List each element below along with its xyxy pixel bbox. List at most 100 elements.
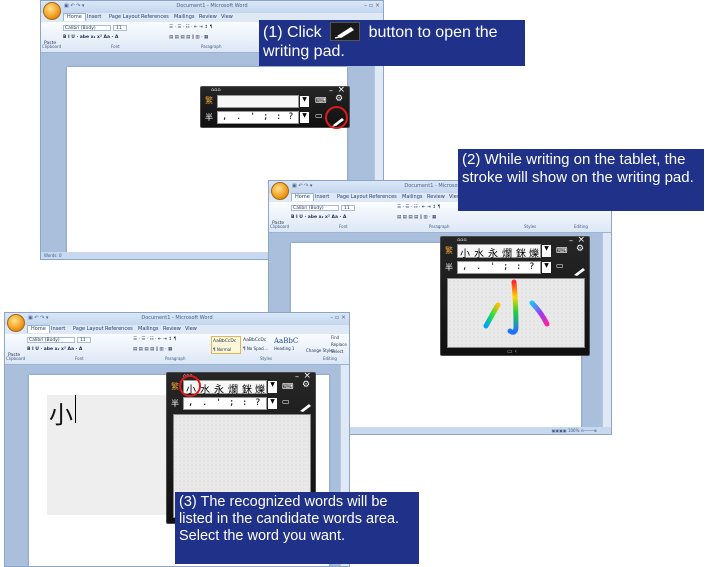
- candidate-word[interactable]: 銤: [242, 381, 252, 396]
- candidate-dropdown-button[interactable]: ▼: [268, 381, 277, 393]
- punct-semicolon[interactable]: ;: [229, 398, 234, 408]
- gear-icon[interactable]: ⚙: [302, 380, 310, 390]
- tab-insert[interactable]: Insert: [87, 14, 101, 20]
- punct-dropdown-button[interactable]: ▼: [300, 112, 309, 123]
- punct-apostrophe[interactable]: ': [216, 398, 221, 408]
- font-format-buttons[interactable]: B I U · abe x₂ x² Aa · A: [291, 215, 346, 220]
- pad-minimize-button[interactable]: –: [569, 236, 573, 245]
- pad-minimize-button[interactable]: –: [329, 86, 333, 95]
- punctuation-bar[interactable]: , . ' ; : ?: [183, 397, 267, 410]
- font-format-buttons[interactable]: B I U · abe x₂ x² Aa · A: [27, 347, 82, 352]
- font-name-box[interactable]: Calibri (Body): [63, 25, 111, 31]
- pen-icon[interactable]: [573, 262, 586, 276]
- gear-icon[interactable]: ⚙: [335, 94, 343, 104]
- tab-page-layout[interactable]: Page Layout: [109, 14, 140, 20]
- keyboard-icon[interactable]: ⌨: [556, 246, 568, 255]
- candidate-word[interactable]: 爛: [502, 245, 512, 260]
- tab-page-layout[interactable]: Page Layout: [73, 326, 104, 332]
- writing-canvas[interactable]: [447, 278, 585, 348]
- font-size-box[interactable]: 11: [77, 337, 91, 343]
- tab-insert[interactable]: Insert: [315, 194, 329, 200]
- window-controls[interactable]: – ▫ ×: [330, 314, 346, 321]
- pen-icon[interactable]: [299, 398, 312, 412]
- tab-references[interactable]: References: [141, 14, 169, 20]
- style-normal[interactable]: AaBbCcDc ¶ Normal: [211, 336, 241, 354]
- candidate-toggle-icon[interactable]: 繁: [445, 245, 453, 256]
- candidate-word[interactable]: 爛: [228, 381, 238, 396]
- paragraph-buttons[interactable]: ☰ · ☰ · ☷ · ⇤ ⇥ ↕ ¶: [397, 205, 440, 210]
- candidate-word[interactable]: 爍: [529, 245, 539, 260]
- pad-footer-icon[interactable]: ▭ ‹: [507, 348, 517, 355]
- tab-insert[interactable]: Insert: [51, 326, 65, 332]
- punctuation-bar[interactable]: , . ' ; : ?: [457, 261, 541, 274]
- punct-apostrophe[interactable]: ': [250, 112, 255, 122]
- font-name-box[interactable]: Calibri (Body): [27, 337, 75, 343]
- candidate-dropdown-button[interactable]: ▼: [542, 245, 551, 257]
- punct-colon[interactable]: :: [242, 398, 247, 408]
- punct-question[interactable]: ?: [288, 112, 293, 122]
- tab-review[interactable]: Review: [199, 14, 217, 20]
- paragraph-buttons[interactable]: ☰ · ☰ · ☷ · ⇤ ⇥ ↕ ¶: [169, 25, 212, 30]
- font-size-box[interactable]: 11: [113, 25, 127, 31]
- tab-review[interactable]: Review: [163, 326, 181, 332]
- keyboard-icon[interactable]: ⌨: [315, 96, 327, 105]
- candidate-word[interactable]: 銤: [516, 245, 526, 260]
- candidate-toggle-icon[interactable]: 繁: [171, 381, 179, 392]
- fullscreen-icon[interactable]: ▭: [282, 397, 290, 406]
- punct-colon[interactable]: :: [516, 262, 521, 272]
- punct-dropdown-button[interactable]: ▼: [542, 262, 551, 273]
- candidate-toggle-icon[interactable]: 繁: [205, 95, 213, 106]
- tab-references[interactable]: References: [369, 194, 397, 200]
- candidate-dropdown-button[interactable]: ▼: [300, 96, 309, 107]
- editing-select[interactable]: Select: [331, 349, 343, 354]
- zoom-controls[interactable]: ▣▣▣▣ 100% ⊖────⊕: [552, 428, 597, 433]
- punct-period[interactable]: .: [202, 398, 207, 408]
- paragraph-buttons[interactable]: ☰ · ☰ · ☷ · ⇤ ⇥ ↕ ¶: [133, 337, 176, 342]
- style-heading-1[interactable]: AaBbC Heading 1: [273, 336, 303, 354]
- halfwidth-toggle-icon[interactable]: 半: [445, 262, 453, 273]
- window-controls[interactable]: – ▫ ×: [364, 2, 380, 9]
- punct-semicolon[interactable]: ;: [263, 112, 268, 122]
- candidate-word[interactable]: 小: [460, 245, 470, 260]
- punct-dropdown-button[interactable]: ▼: [268, 398, 277, 409]
- keyboard-icon[interactable]: ⌨: [282, 382, 294, 391]
- halfwidth-toggle-icon[interactable]: 半: [171, 398, 179, 409]
- fullscreen-icon[interactable]: ▭: [315, 111, 323, 120]
- editing-find[interactable]: Find: [331, 335, 339, 340]
- align-buttons[interactable]: ▤ ▤ ▤ ▤ ‖ ▥ · ▦: [169, 35, 208, 40]
- candidate-word[interactable]: 爍: [255, 381, 265, 396]
- align-buttons[interactable]: ▤ ▤ ▤ ▤ ‖ ▥ · ▦: [397, 215, 436, 220]
- fullscreen-icon[interactable]: ▭: [556, 261, 564, 270]
- quick-access-toolbar[interactable]: ▣ ↶ ↷ ▾: [64, 3, 84, 10]
- vertical-scrollbar[interactable]: [602, 233, 611, 427]
- punct-semicolon[interactable]: ;: [503, 262, 508, 272]
- tab-mailings[interactable]: Mailings: [174, 14, 195, 20]
- font-size-box[interactable]: 11: [341, 205, 355, 211]
- candidate-words-area[interactable]: [217, 95, 299, 108]
- pad-minimize-button[interactable]: –: [295, 372, 299, 381]
- align-buttons[interactable]: ▤ ▤ ▤ ▤ ‖ ▥ · ▦: [133, 347, 172, 352]
- candidate-word[interactable]: 永: [214, 381, 224, 396]
- tab-mailings[interactable]: Mailings: [402, 194, 423, 200]
- halfwidth-toggle-icon[interactable]: 半: [205, 112, 213, 123]
- quick-access-toolbar[interactable]: ▣ ↶ ↷ ▾: [292, 183, 312, 190]
- punct-question[interactable]: ?: [529, 262, 534, 272]
- quick-access-toolbar[interactable]: ▣ ↶ ↷ ▾: [28, 315, 48, 322]
- tab-mailings[interactable]: Mailings: [138, 326, 159, 332]
- style-no-spacing[interactable]: AaBbCcDc ¶ No Spaci...: [242, 336, 272, 354]
- tab-home[interactable]: Home: [27, 325, 50, 333]
- candidate-word[interactable]: 永: [488, 245, 498, 260]
- candidate-word[interactable]: 水: [200, 381, 210, 396]
- punct-comma[interactable]: ,: [462, 262, 467, 272]
- gear-icon[interactable]: ⚙: [576, 244, 584, 254]
- tab-page-layout[interactable]: Page Layout: [337, 194, 368, 200]
- punct-comma[interactable]: ,: [188, 398, 193, 408]
- font-name-box[interactable]: Calibri (Body): [291, 205, 339, 211]
- punct-question[interactable]: ?: [255, 398, 260, 408]
- punct-period[interactable]: .: [236, 112, 241, 122]
- candidate-words-area[interactable]: 小 水 永 爛 銤 爍: [457, 244, 541, 260]
- font-format-buttons[interactable]: B I U · abe x₂ x² Aa · A: [63, 35, 118, 40]
- tab-home[interactable]: Home: [291, 193, 314, 201]
- tab-home[interactable]: Home: [63, 13, 86, 21]
- punctuation-bar[interactable]: , . ' ; : ?: [217, 111, 299, 124]
